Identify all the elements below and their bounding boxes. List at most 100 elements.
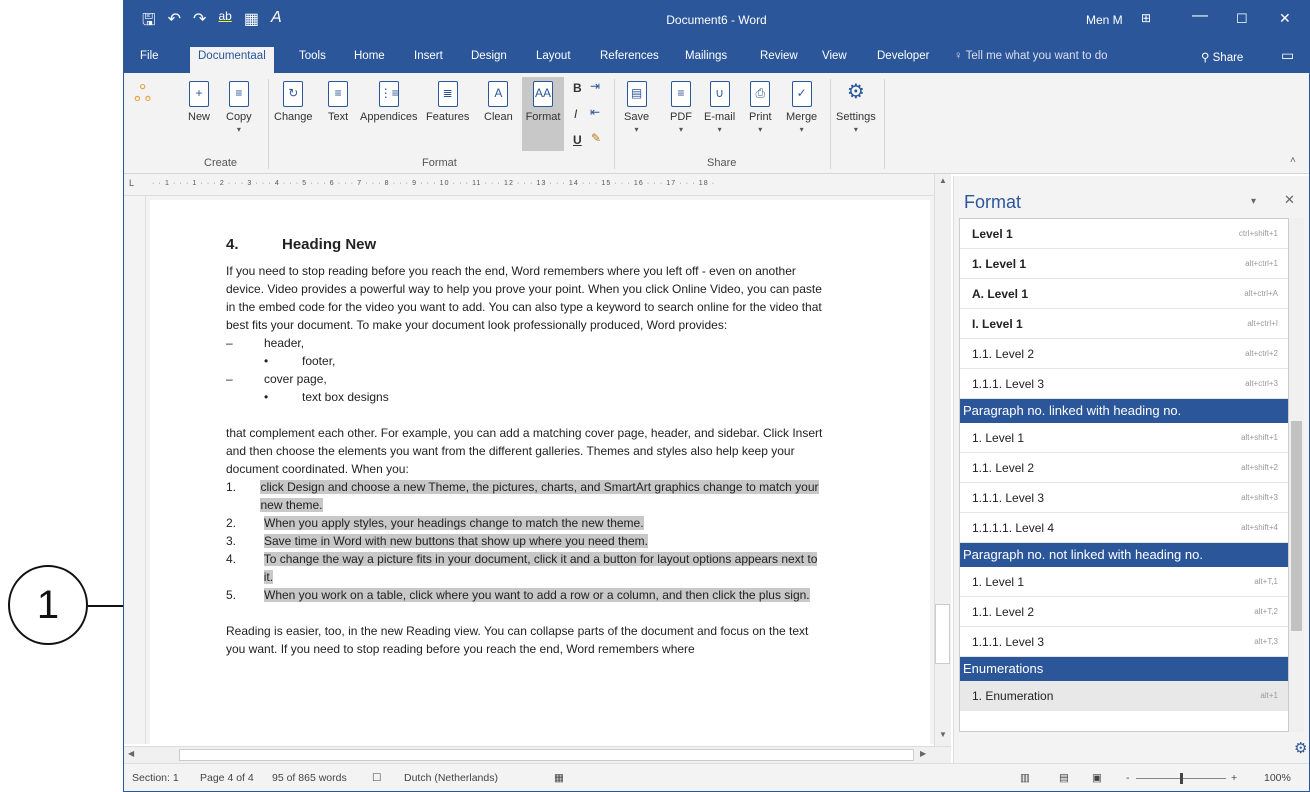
document-area[interactable]: 4. Heading New If you need to stop readi…: [146, 196, 936, 744]
pdf-button[interactable]: ≡ PDF ▾: [670, 77, 692, 134]
status-page[interactable]: Page 4 of 4: [200, 772, 254, 784]
bullet-item[interactable]: – cover page,: [226, 370, 826, 388]
paragraph-1[interactable]: If you need to stop reading before you r…: [226, 262, 826, 334]
email-button[interactable]: ∪ E-mail ▾: [704, 77, 735, 134]
document-page[interactable]: 4. Heading New If you need to stop readi…: [150, 200, 930, 744]
format-list-item[interactable]: 1.1. Level 2 alt+T,2: [960, 597, 1288, 627]
print-button[interactable]: ⎙ Print ▾: [749, 77, 772, 134]
new-button[interactable]: + New: [188, 77, 210, 123]
bold-button[interactable]: B: [573, 81, 582, 95]
tab-mailings[interactable]: Mailings: [685, 50, 727, 62]
tab-layout[interactable]: Layout: [536, 50, 571, 62]
proofing-icon[interactable]: ☐: [372, 772, 381, 784]
user-name[interactable]: Men M: [1086, 13, 1123, 27]
format-list-item[interactable]: 1. Enumeration alt+1: [960, 681, 1288, 711]
scroll-right-icon[interactable]: ▶: [920, 749, 926, 758]
bullet-item[interactable]: – header,: [226, 334, 826, 352]
horizontal-ruler[interactable]: L · · 1 · · · 1 · · · 2 · · · 3 · · · 4 …: [124, 174, 934, 196]
print-layout-icon[interactable]: ▤: [1059, 772, 1069, 784]
ribbon-display-icon[interactable]: ⊞: [1141, 11, 1151, 25]
bullet-item[interactable]: • text box designs: [226, 388, 826, 406]
format-list-item[interactable]: 1.1.1. Level 3 alt+shift+3: [960, 483, 1288, 513]
copy-button[interactable]: ≡ Copy ▾: [226, 77, 252, 134]
features-button[interactable]: ≣ Features: [426, 77, 469, 123]
zoom-level[interactable]: 100%: [1264, 772, 1291, 784]
italic-button[interactable]: I: [574, 107, 577, 121]
tab-design[interactable]: Design: [471, 50, 507, 62]
indent-increase-icon[interactable]: ⇥: [590, 79, 600, 93]
pane-scroll-thumb[interactable]: [1291, 421, 1302, 631]
page-content[interactable]: 4. Heading New If you need to stop readi…: [226, 236, 826, 658]
format-list-item[interactable]: 1.1. Level 2 alt+ctrl+2: [960, 339, 1288, 369]
web-layout-icon[interactable]: ▣: [1092, 772, 1102, 784]
zoom-out-button[interactable]: -: [1126, 772, 1130, 784]
save-button[interactable]: ▤ Save ▾: [624, 77, 649, 134]
paragraph-3[interactable]: Reading is easier, too, in the new Readi…: [226, 622, 826, 658]
vertical-ruler[interactable]: [124, 196, 146, 744]
format-list-item[interactable]: Level 1 ctrl+shift+1: [960, 219, 1288, 249]
track-changes-icon[interactable]: ▦: [554, 772, 564, 784]
pane-close-icon[interactable]: ✕: [1284, 192, 1295, 208]
format-item-shortcut: alt+ctrl+I: [1247, 319, 1278, 328]
horizontal-scroll-thumb[interactable]: [179, 749, 914, 761]
tab-selector-icon[interactable]: L: [129, 178, 134, 188]
indent-decrease-icon[interactable]: ⇤: [590, 105, 600, 119]
format-list-item[interactable]: 1.1. Level 2 alt+shift+2: [960, 453, 1288, 483]
format-list-item[interactable]: A. Level 1 alt+ctrl+A: [960, 279, 1288, 309]
tab-insert[interactable]: Insert: [414, 50, 443, 62]
appendices-button[interactable]: ⋮≡ Appendices: [360, 77, 418, 123]
maximize-button[interactable]: ☐: [1236, 11, 1248, 27]
share-button[interactable]: ⚲ Share: [1201, 50, 1243, 64]
tab-review[interactable]: Review: [760, 50, 798, 62]
tell-me-search[interactable]: ♀ Tell me what you want to do: [954, 50, 1108, 62]
person-icon: ⚲: [1201, 52, 1213, 64]
numbered-item[interactable]: 1. click Design and choose a new Theme, t…: [226, 478, 826, 514]
status-words[interactable]: 95 of 865 words: [272, 772, 347, 784]
change-button[interactable]: ↻ Change: [274, 77, 313, 123]
tab-tools[interactable]: Tools: [299, 50, 326, 62]
collapse-ribbon-icon[interactable]: ˄: [1290, 155, 1296, 166]
format-list-item[interactable]: 1. Level 1 alt+ctrl+1: [960, 249, 1288, 279]
minimize-button[interactable]: —: [1192, 7, 1208, 25]
close-button[interactable]: ✕: [1279, 10, 1291, 27]
clean-button[interactable]: A Clean: [484, 77, 513, 123]
merge-button[interactable]: ✓ Merge ▾: [786, 77, 817, 134]
numbered-item[interactable]: 3. Save time in Word with new buttons tha…: [226, 532, 826, 550]
zoom-slider-thumb[interactable]: [1180, 773, 1183, 784]
numbered-item[interactable]: 4. To change the way a picture fits in yo…: [226, 550, 826, 586]
format-list-item[interactable]: I. Level 1 alt+ctrl+I: [960, 309, 1288, 339]
pane-options-icon[interactable]: ▾: [1251, 196, 1256, 207]
text-button[interactable]: ≡ Text: [328, 77, 348, 123]
status-language[interactable]: Dutch (Netherlands): [404, 772, 498, 784]
comments-icon[interactable]: ▭: [1281, 47, 1294, 64]
format-list-item[interactable]: 1.1.1. Level 3 alt+T,3: [960, 627, 1288, 657]
bullet-item[interactable]: • footer,: [226, 352, 826, 370]
format-list-item[interactable]: 1.1.1. Level 3 alt+ctrl+3: [960, 369, 1288, 399]
format-list-item[interactable]: 1. Level 1 alt+T,1: [960, 567, 1288, 597]
tab-file[interactable]: File: [140, 50, 159, 62]
format-list-item[interactable]: 1. Level 1 alt+shift+1: [960, 423, 1288, 453]
paragraph-2[interactable]: that complement each other. For example,…: [226, 424, 826, 478]
underline-button[interactable]: U: [573, 133, 582, 147]
heading[interactable]: 4. Heading New: [226, 236, 826, 254]
settings-button[interactable]: ⚙ Settings ▾: [836, 77, 876, 134]
scroll-up-icon[interactable]: ▲: [939, 176, 947, 185]
tab-references[interactable]: References: [600, 50, 659, 62]
numbered-item[interactable]: 5. When you work on a table, click where …: [226, 586, 826, 604]
format-painter-icon[interactable]: ✎: [591, 131, 601, 145]
email-label: E-mail: [704, 111, 736, 123]
format-button[interactable]: AA Format: [522, 77, 564, 151]
tab-view[interactable]: View: [822, 50, 847, 62]
scroll-down-icon[interactable]: ▼: [939, 730, 947, 739]
numbered-item[interactable]: 2. When you apply styles, your headings c…: [226, 514, 826, 532]
read-mode-icon[interactable]: ▥: [1020, 772, 1030, 784]
format-list-item[interactable]: 1.1.1.1. Level 4 alt+shift+4: [960, 513, 1288, 543]
gear-icon[interactable]: ⚙: [1294, 739, 1307, 757]
tab-developer[interactable]: Developer: [877, 50, 929, 62]
tab-home[interactable]: Home: [354, 50, 385, 62]
scroll-left-icon[interactable]: ◀: [128, 749, 134, 758]
vertical-scroll-thumb[interactable]: [935, 604, 950, 664]
zoom-in-button[interactable]: +: [1231, 772, 1237, 784]
status-section[interactable]: Section: 1: [132, 772, 179, 784]
tab-documentaal[interactable]: Documentaal: [190, 47, 274, 73]
